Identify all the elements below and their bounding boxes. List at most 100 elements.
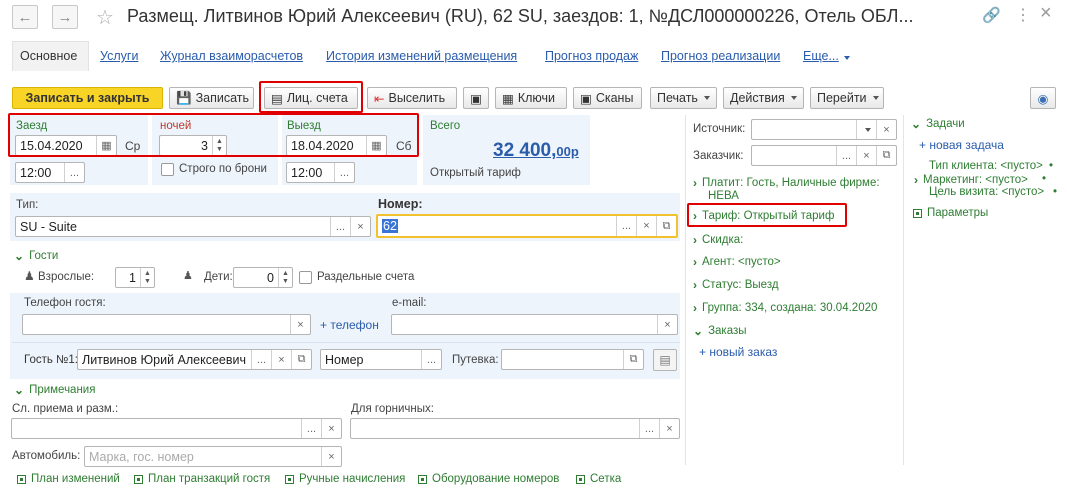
new-task-link[interactable]: + новая задача [919, 138, 1004, 152]
email-field[interactable]: × [391, 314, 678, 335]
room-number-wrap: 62 [378, 219, 616, 233]
discount-link[interactable]: › Скидка: [693, 233, 743, 247]
footer-manual-charges[interactable]: Ручные начисления [285, 473, 405, 485]
select-button[interactable]: ... [64, 163, 84, 182]
select-button[interactable]: ... [616, 216, 636, 236]
footer-guest-transactions[interactable]: План транзакций гостя [134, 473, 270, 485]
clear-icon[interactable]: × [321, 447, 341, 466]
tab-realization-forecast[interactable]: Прогноз реализации [661, 49, 780, 63]
select-button[interactable]: ... [421, 350, 441, 369]
forward-button[interactable]: → [52, 5, 78, 29]
checkout-button[interactable]: ⇤ Выселить [367, 87, 457, 109]
params-link[interactable]: Параметры [913, 207, 988, 219]
phone-field[interactable]: × [22, 314, 311, 335]
link-icon[interactable]: 🔗 [982, 6, 1001, 24]
orders-section-header[interactable]: ⌄ Заказы [693, 324, 747, 338]
more-icon[interactable]: ⋮ [1015, 5, 1031, 25]
save-button[interactable]: 💾 Записать [169, 87, 254, 109]
source-field[interactable]: × [751, 119, 897, 140]
room-number-field[interactable]: 62... × ⧉ [376, 214, 678, 238]
guest-field[interactable]: Литвинов Юрий Алексеевич... × ⧉ [77, 349, 312, 370]
print-button[interactable]: Печать [650, 87, 717, 109]
guest-room-field[interactable]: Номер... [320, 349, 442, 370]
close-icon[interactable]: × [1040, 2, 1052, 25]
select-button[interactable]: ... [639, 419, 659, 438]
open-icon[interactable]: ⧉ [876, 146, 896, 165]
marketing-link[interactable]: › Маркетинг: <пусто> [914, 173, 1028, 187]
tab-sales-forecast[interactable]: Прогноз продаж [545, 49, 638, 63]
tariff-link[interactable]: › Тариф: Открытый тариф [693, 209, 834, 223]
adults-field[interactable]: 1 ▲ ▼ [115, 267, 155, 288]
clear-icon[interactable]: × [657, 315, 677, 334]
keys-button[interactable]: ▦ Ключи [495, 87, 567, 109]
add-phone-link[interactable]: + телефон [320, 318, 379, 332]
camera-button[interactable]: ◉ [1030, 87, 1056, 109]
select-button[interactable]: ... [251, 350, 271, 369]
agent-link[interactable]: › Агент: <пусто> [693, 255, 781, 269]
clear-icon[interactable]: × [350, 217, 370, 236]
tab-history[interactable]: История изменений размещения [326, 49, 517, 63]
maids-notes-field[interactable]: ... × [350, 418, 680, 439]
reception-notes-field[interactable]: ... × [11, 418, 342, 439]
dropdown-icon[interactable] [856, 120, 876, 139]
tab-settlements-journal[interactable]: Журнал взаиморасчетов [160, 49, 303, 63]
star-icon[interactable]: ☆ [96, 5, 114, 30]
checkin-time-field[interactable]: 12:00... [15, 162, 85, 183]
room-type-field[interactable]: SU - Suite... × [15, 216, 371, 237]
car-label: Автомобиль: [12, 450, 81, 462]
calendar-icon[interactable]: ▦ [366, 136, 386, 155]
checkin-date-field[interactable]: 15.04.2020 ▦ [15, 135, 117, 156]
open-icon[interactable]: ⧉ [623, 350, 643, 369]
customer-field[interactable]: ... × ⧉ [751, 145, 897, 166]
select-button[interactable]: ... [330, 217, 350, 236]
new-order-link[interactable]: + новый заказ [699, 345, 777, 359]
calendar-icon[interactable]: ▦ [96, 136, 116, 155]
payer-link[interactable]: › Платит: Гость, Наличные фирме: [693, 176, 880, 190]
clear-icon[interactable]: × [271, 350, 291, 369]
select-button[interactable]: ... [301, 419, 321, 438]
clear-icon[interactable]: × [856, 146, 876, 165]
tab-main[interactable]: Основное [20, 49, 77, 63]
strict-checkbox[interactable] [161, 163, 174, 176]
clear-icon[interactable]: × [636, 216, 656, 236]
voucher-field[interactable]: ⧉ [501, 349, 644, 370]
select-button[interactable]: ... [334, 163, 354, 182]
footer-plan-changes[interactable]: План изменений [17, 473, 120, 485]
separate-accounts-checkbox[interactable] [299, 271, 312, 284]
clear-icon[interactable]: × [321, 419, 341, 438]
back-button[interactable]: ← [12, 5, 38, 29]
spinner-icon[interactable]: ▲ ▼ [140, 268, 154, 287]
open-icon[interactable]: ⧉ [291, 350, 311, 369]
scans-button[interactable]: ▣ Сканы [573, 87, 642, 109]
status-link[interactable]: › Статус: Выезд [693, 278, 779, 292]
total-amount[interactable]: 32 400,00р [493, 140, 579, 162]
notes-section-header[interactable]: ⌄ Примечания [14, 383, 95, 397]
car-field[interactable]: Марка, гос. номер × [84, 446, 342, 467]
footer-grid[interactable]: Сетка [576, 473, 621, 485]
checkout-date-field[interactable]: 18.04.2020 ▦ [286, 135, 387, 156]
tab-services[interactable]: Услуги [100, 49, 138, 63]
checkout-time-field[interactable]: 12:00... [286, 162, 355, 183]
document-button[interactable]: ▤ [653, 349, 677, 371]
clear-icon[interactable]: × [876, 120, 896, 139]
children-field[interactable]: 0 ▲ ▼ [233, 267, 293, 288]
clear-icon[interactable]: × [290, 315, 310, 334]
spinner-icon[interactable]: ▲ ▼ [212, 136, 226, 155]
save-and-close-button[interactable]: Записать и закрыть [12, 87, 163, 109]
clear-icon[interactable]: × [659, 419, 679, 438]
tab-more[interactable]: Еще... [803, 49, 851, 63]
footer-room-equipment[interactable]: Оборудование номеров [418, 473, 559, 485]
goto-button[interactable]: Перейти [810, 87, 884, 109]
tasks-section-header[interactable]: ⌄ Задачи [911, 117, 965, 131]
nights-field[interactable]: 3 ▲ ▼ [159, 135, 227, 156]
phone-label: Телефон гостя: [24, 297, 106, 309]
group-link[interactable]: › Группа: 334, создана: 30.04.2020 [693, 301, 877, 315]
personal-accounts-button[interactable]: ▤ Лиц. счета [264, 87, 358, 109]
open-icon[interactable]: ⧉ [656, 216, 676, 236]
column-divider [685, 115, 686, 465]
select-button[interactable]: ... [836, 146, 856, 165]
window-button[interactable]: ▣ [463, 87, 489, 109]
actions-button[interactable]: Действия [723, 87, 804, 109]
spinner-icon[interactable]: ▲ ▼ [278, 268, 292, 287]
guests-section-header[interactable]: ⌄ Гости [14, 249, 58, 263]
